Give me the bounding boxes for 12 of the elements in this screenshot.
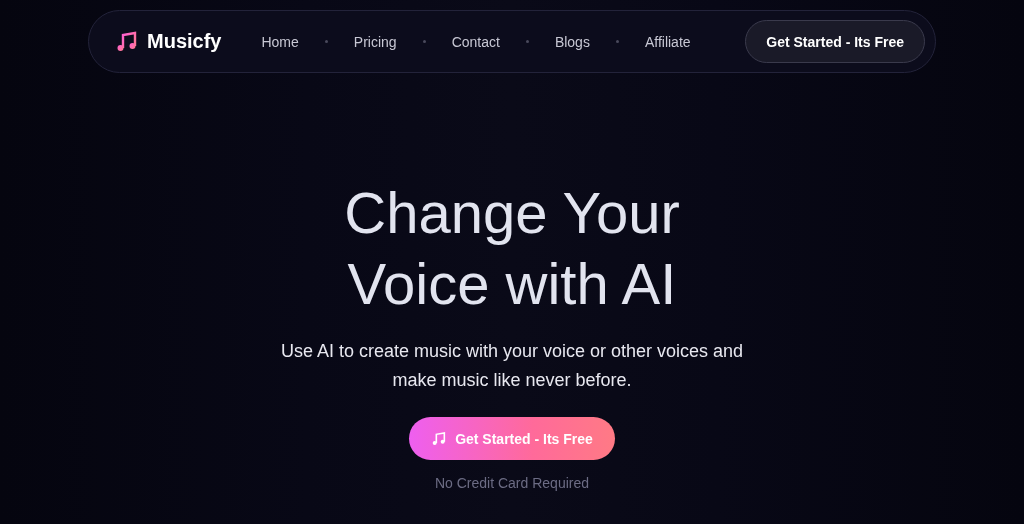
brand-name[interactable]: Musicfy <box>147 30 222 53</box>
hero-subtitle: Use AI to create music with your voice or other voices and make music like never before. <box>279 340 745 392</box>
nav-link[interactable]: Home <box>261 33 299 50</box>
music-note-icon <box>431 430 448 447</box>
nav-link[interactable]: Pricing <box>353 33 397 50</box>
nav-link[interactable]: Affiliate <box>644 33 691 50</box>
nav-link[interactable]: Contact <box>451 33 500 50</box>
music-note-icon <box>115 29 139 54</box>
credit-card-note: No Credit Card Required <box>434 475 590 491</box>
hero-title: Change Your Voice with AI <box>344 179 680 318</box>
get-started-button[interactable]: Get Started - Its Free <box>745 20 925 63</box>
nav-link[interactable]: Blogs <box>554 33 590 50</box>
